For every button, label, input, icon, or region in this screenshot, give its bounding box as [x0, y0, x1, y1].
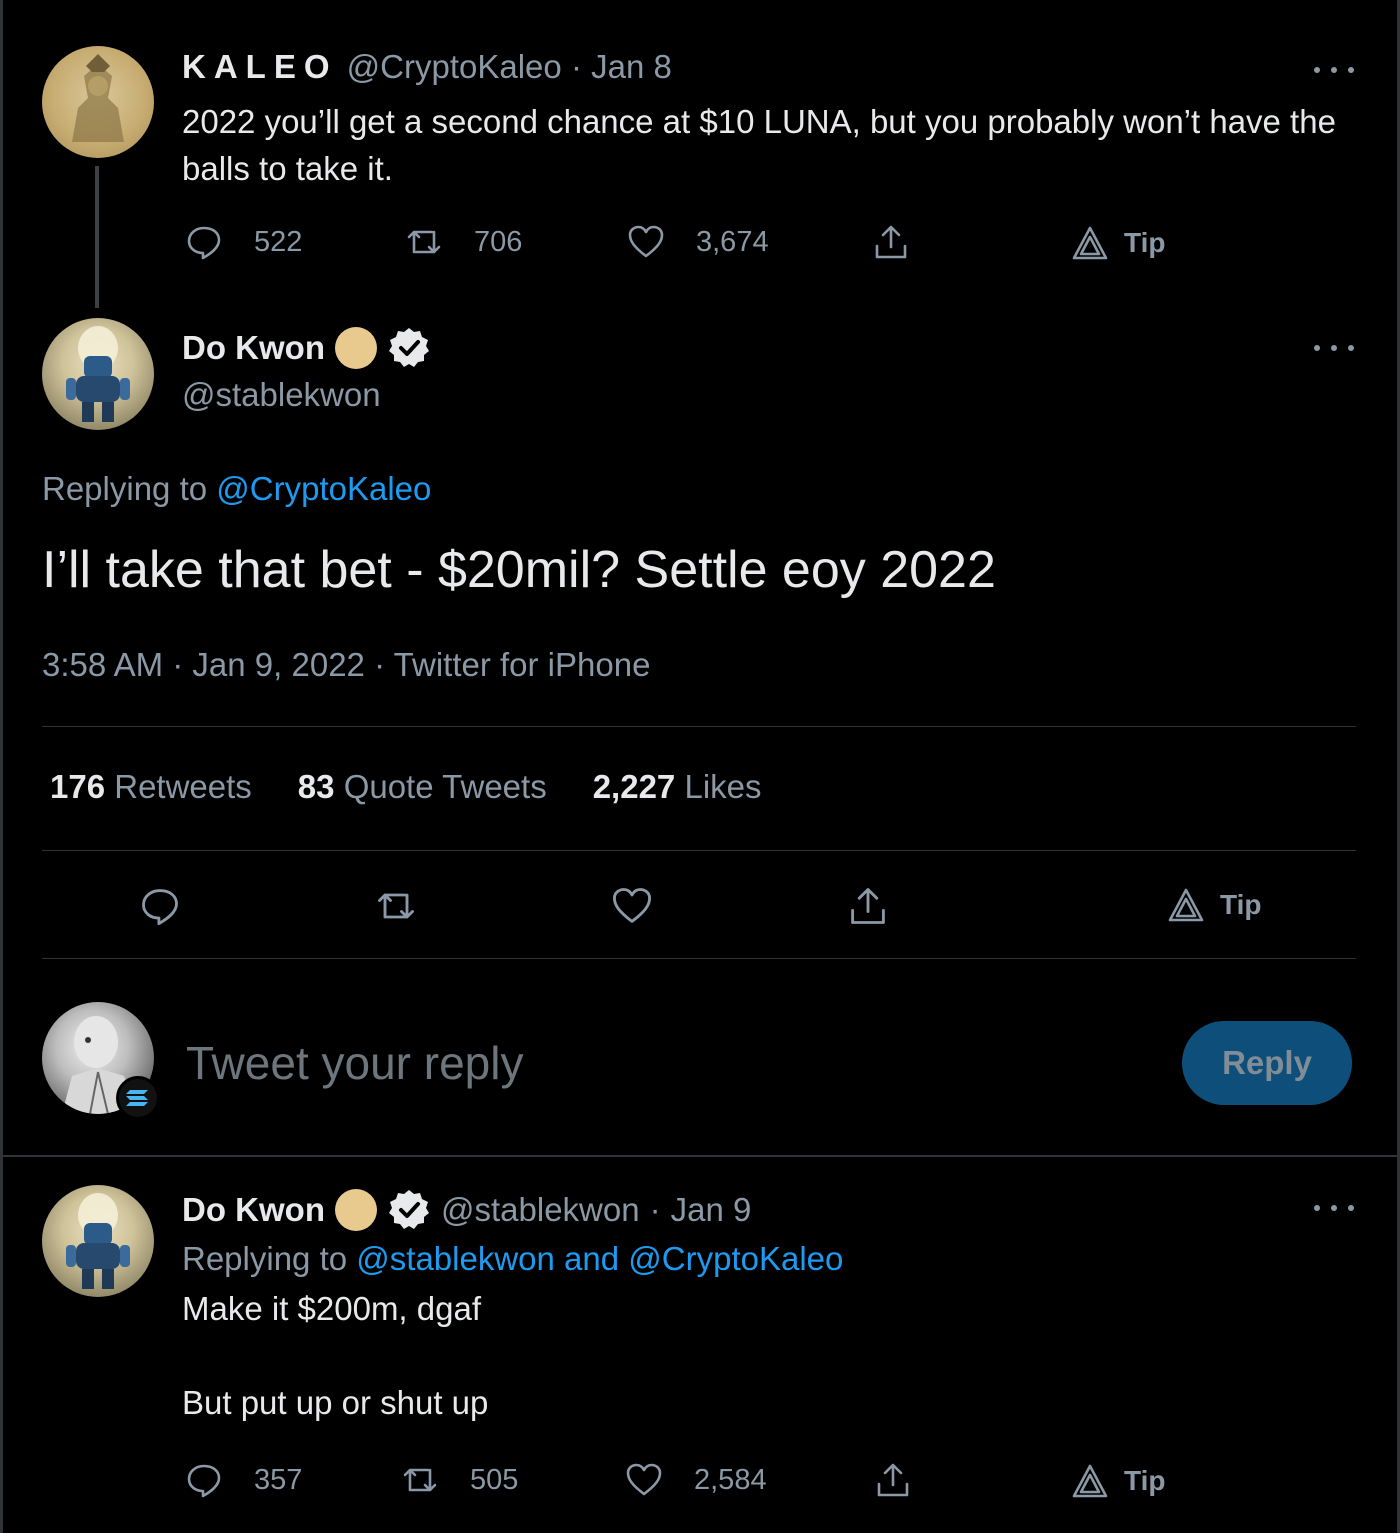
replying-prefix: Replying to — [182, 1240, 348, 1277]
replying-prefix: Replying to — [42, 470, 208, 507]
replying-to-link[interactable]: @stablekwon and @CryptoKaleo — [356, 1240, 843, 1277]
share-icon — [877, 1463, 909, 1497]
more-options-button[interactable] — [1314, 1198, 1354, 1218]
reply-button[interactable] — [138, 884, 182, 928]
verified-badge-icon — [388, 328, 429, 367]
tweet1-header: KALEO @CryptoKaleo · Jan 8 — [182, 48, 672, 86]
more-options-button[interactable] — [1314, 60, 1354, 80]
tweet-date[interactable]: Jan 8 — [591, 48, 672, 85]
avatar-cryptokaleo[interactable] — [42, 46, 154, 158]
replying-to-link[interactable]: @CryptoKaleo — [216, 470, 431, 507]
retweet-count: 505 — [470, 1463, 519, 1496]
tip-label: Tip — [1220, 889, 1262, 920]
tweet-text-line: Make it $200m, dgaf — [182, 1290, 481, 1327]
likes-stat[interactable]: 2,227 Likes — [593, 768, 762, 806]
retweet-icon — [378, 893, 414, 919]
divider — [42, 726, 1356, 727]
reply-count: 357 — [254, 1463, 303, 1496]
quote-tweets-stat[interactable]: 83 Quote Tweets — [298, 768, 547, 806]
tweet-date[interactable]: Jan 9, 2022 — [192, 646, 364, 683]
share-button[interactable] — [871, 222, 911, 262]
author-name[interactable]: Do Kwon — [182, 1191, 325, 1229]
coin-emoji-icon — [334, 327, 377, 369]
avatar-stablekwon[interactable] — [42, 1185, 154, 1297]
retweet-icon — [407, 230, 441, 254]
replying-to: Replying to @CryptoKaleo — [42, 470, 431, 508]
tweet-meta: 3:58 AM · Jan 9, 2022 · Twitter for iPho… — [42, 646, 650, 684]
reply-tweet-header: Do Kwon @stablekwon · Jan 9 — [182, 1188, 751, 1232]
share-icon — [851, 888, 885, 924]
share-button[interactable] — [846, 884, 890, 928]
author-handle[interactable]: @stablekwon — [182, 376, 381, 414]
tip-icon — [1072, 226, 1108, 260]
share-button[interactable] — [873, 1460, 913, 1500]
retweet-icon — [403, 1468, 437, 1492]
section-divider — [0, 1155, 1400, 1157]
solana-badge-icon — [116, 1076, 160, 1120]
divider — [42, 958, 1356, 959]
heart-icon — [626, 1463, 662, 1496]
tweet-source[interactable]: Twitter for iPhone — [394, 646, 651, 683]
tweet-time[interactable]: 3:58 AM — [42, 646, 163, 683]
tweet-text: I’ll take that bet - $20mil? Settle eoy … — [42, 541, 996, 599]
reply-icon — [187, 226, 221, 260]
tweet-text: 2022 you’ll get a second chance at $10 L… — [182, 103, 1336, 187]
thread-line — [95, 166, 99, 308]
author-handle[interactable]: @stablekwon — [441, 1191, 640, 1229]
like-count: 2,584 — [694, 1463, 767, 1496]
like-button[interactable]: 2,584 — [624, 1460, 767, 1500]
author-name[interactable]: KALEO — [182, 48, 338, 85]
engagement-stats: 176 Retweets 83 Quote Tweets 2,227 Likes — [50, 768, 762, 806]
retweets-stat[interactable]: 176 Retweets — [50, 768, 252, 806]
separator: · — [570, 48, 582, 85]
coin-emoji-icon — [334, 1189, 377, 1231]
separator: · — [172, 646, 184, 683]
retweet-button[interactable] — [374, 884, 418, 928]
main-author-row: Do Kwon — [182, 326, 431, 370]
tweet-text-line: But put up or shut up — [182, 1384, 489, 1421]
tip-button[interactable]: Tip — [1166, 885, 1261, 925]
divider — [42, 850, 1356, 851]
tweet-date[interactable]: Jan 9 — [671, 1191, 752, 1229]
reply-icon — [142, 889, 178, 926]
separator: · — [649, 1191, 661, 1228]
author-name[interactable]: Do Kwon — [182, 329, 325, 367]
reply-button[interactable]: 522 — [184, 222, 302, 262]
like-button[interactable]: 3,674 — [626, 222, 769, 262]
avatar-stablekwon[interactable] — [42, 318, 154, 430]
heart-icon — [612, 888, 652, 923]
separator: · — [374, 646, 386, 683]
like-count: 3,674 — [696, 225, 769, 258]
more-options-button[interactable] — [1314, 338, 1354, 358]
retweet-button[interactable]: 706 — [404, 222, 522, 262]
author-handle[interactable]: @CryptoKaleo — [347, 48, 562, 85]
tip-icon — [1072, 1464, 1108, 1498]
replying-to: Replying to @stablekwon and @CryptoKaleo — [182, 1240, 843, 1278]
tip-label: Tip — [1124, 227, 1166, 258]
reply-input[interactable] — [186, 1036, 1086, 1090]
tip-button[interactable]: Tip — [1070, 223, 1165, 263]
heart-icon — [628, 225, 664, 258]
reply-icon — [187, 1464, 221, 1498]
reply-submit-button[interactable]: Reply — [1182, 1021, 1352, 1105]
retweet-count: 706 — [474, 225, 523, 258]
reply-button[interactable]: 357 — [184, 1460, 302, 1500]
verified-badge-icon — [388, 1190, 429, 1229]
reply-count: 522 — [254, 225, 303, 258]
tip-icon — [1168, 888, 1204, 922]
tip-label: Tip — [1124, 1465, 1166, 1496]
tip-button[interactable]: Tip — [1070, 1461, 1165, 1501]
like-button[interactable] — [610, 884, 654, 928]
retweet-button[interactable]: 505 — [400, 1460, 518, 1500]
share-icon — [875, 225, 907, 259]
